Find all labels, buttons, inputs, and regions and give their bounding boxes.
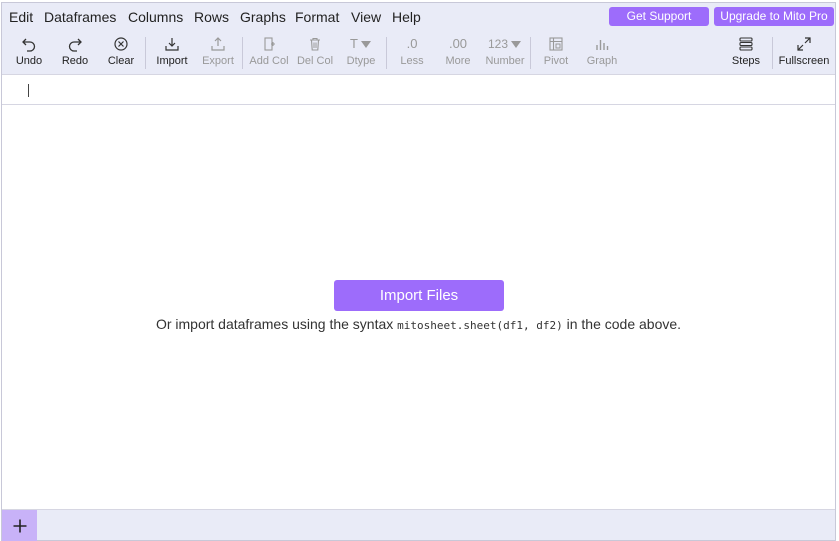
more-label: More <box>445 55 471 67</box>
menu-graphs[interactable]: Graphs <box>240 9 286 25</box>
undo-label: Undo <box>15 55 43 67</box>
clear-label: Clear <box>107 55 135 67</box>
upgrade-button[interactable]: Upgrade to Mito Pro <box>714 7 834 26</box>
fullscreen-icon <box>778 33 830 55</box>
hint-prefix: Or import dataframes using the syntax <box>155 316 398 332</box>
dtype-button[interactable]: T Dtype <box>339 33 383 73</box>
graph-label: Graph <box>586 55 618 67</box>
import-label: Import <box>156 55 188 67</box>
less-decimals-glyph: .0 <box>406 36 418 51</box>
toolbar-divider <box>242 37 243 69</box>
pivot-icon <box>534 33 578 55</box>
import-icon <box>150 33 194 55</box>
pivot-label: Pivot <box>543 55 569 67</box>
menu-help[interactable]: Help <box>392 9 421 25</box>
dtype-glyph: T <box>350 36 358 51</box>
menu-format[interactable]: Format <box>295 9 339 25</box>
less-decimals-button[interactable]: .0 Less <box>390 33 434 73</box>
add-sheet-button[interactable] <box>2 510 37 541</box>
dtype-icon: T <box>339 33 383 55</box>
menu-rows[interactable]: Rows <box>194 9 229 25</box>
more-decimals-button[interactable]: .00 More <box>436 33 480 73</box>
more-decimals-glyph: .00 <box>448 36 468 51</box>
toolbar-divider <box>386 37 387 69</box>
hint-suffix: in the code above. <box>562 316 682 332</box>
plus-icon <box>13 519 26 532</box>
menu-view[interactable]: View <box>351 9 381 25</box>
add-col-label: Add Col <box>249 55 289 67</box>
pivot-button[interactable]: Pivot <box>534 33 578 73</box>
del-col-label: Del Col <box>296 55 334 67</box>
less-label: Less <box>400 55 424 67</box>
sheet-tab-bar <box>2 509 835 541</box>
menu-dataframes[interactable]: Dataframes <box>44 9 116 25</box>
redo-button[interactable]: Redo <box>53 33 97 73</box>
text-cursor <box>28 84 29 97</box>
clear-icon <box>99 33 143 55</box>
formula-bar[interactable] <box>2 74 835 105</box>
import-files-button[interactable]: Import Files <box>334 280 504 311</box>
redo-label: Redo <box>61 55 89 67</box>
fullscreen-button[interactable]: Fullscreen <box>778 33 830 73</box>
hint-code: mitosheet.sheet(df1, df2) <box>397 319 563 332</box>
less-decimals-icon: .0 <box>390 33 434 55</box>
steps-icon <box>724 33 768 55</box>
more-decimals-icon: .00 <box>436 33 480 55</box>
import-hint: Or import dataframes using the syntax mi… <box>2 316 835 332</box>
toolbar-divider <box>530 37 531 69</box>
fullscreen-label: Fullscreen <box>778 55 830 67</box>
del-col-button[interactable]: Del Col <box>293 33 337 73</box>
toolbar: Undo Redo Clear Import Export Add Col De… <box>2 31 835 74</box>
number-format-icon: 123 <box>482 33 528 55</box>
add-column-icon <box>247 33 291 55</box>
redo-icon <box>53 33 97 55</box>
undo-button[interactable]: Undo <box>7 33 51 73</box>
import-button[interactable]: Import <box>150 33 194 73</box>
get-support-button[interactable]: Get Support <box>609 7 709 26</box>
graph-button[interactable]: Graph <box>580 33 624 73</box>
number-format-button[interactable]: 123 Number <box>482 33 528 73</box>
number-format-glyph: 123 <box>487 37 509 51</box>
steps-label: Steps <box>731 55 761 67</box>
menu-columns[interactable]: Columns <box>128 9 183 25</box>
export-button[interactable]: Export <box>196 33 240 73</box>
toolbar-divider <box>772 37 773 69</box>
menu-edit[interactable]: Edit <box>9 9 33 25</box>
dtype-label: Dtype <box>346 55 376 67</box>
toolbar-divider <box>145 37 146 69</box>
graph-icon <box>580 33 624 55</box>
steps-button[interactable]: Steps <box>724 33 768 73</box>
clear-button[interactable]: Clear <box>99 33 143 73</box>
menu-bar: Edit Dataframes Columns Rows Graphs Form… <box>2 3 835 31</box>
export-label: Export <box>202 55 234 67</box>
trash-icon <box>293 33 337 55</box>
export-icon <box>196 33 240 55</box>
number-label: Number <box>485 55 525 67</box>
undo-icon <box>7 33 51 55</box>
add-col-button[interactable]: Add Col <box>247 33 291 73</box>
mito-spreadsheet: Edit Dataframes Columns Rows Graphs Form… <box>1 2 836 541</box>
